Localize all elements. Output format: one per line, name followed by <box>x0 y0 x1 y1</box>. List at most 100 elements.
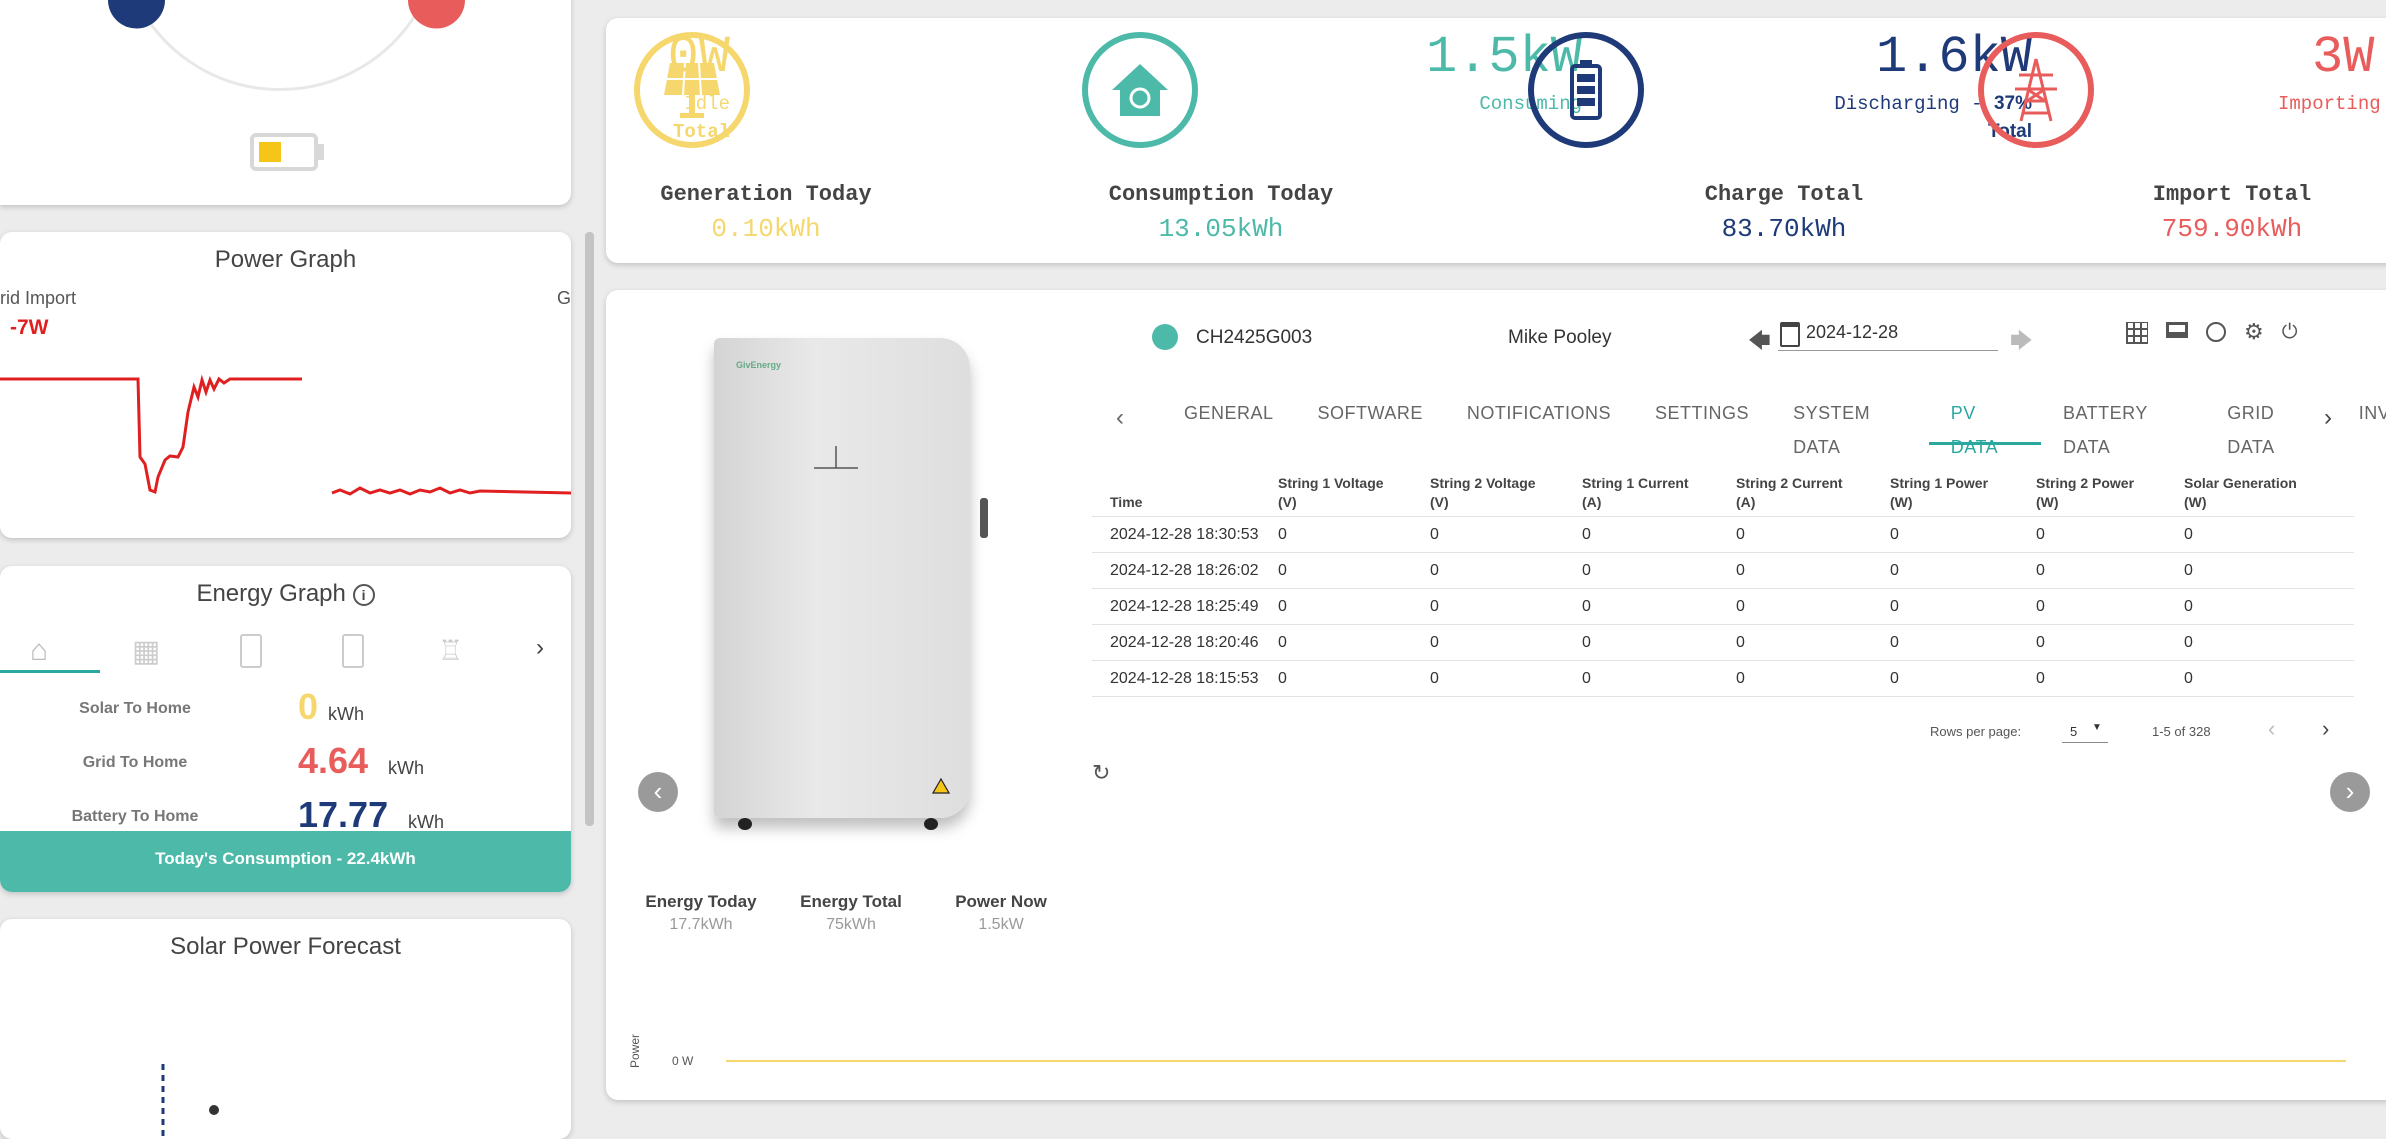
energy-row-label: Solar To Home <box>79 700 191 717</box>
column-header[interactable]: Time <box>1092 470 1278 517</box>
table-cell: 0 <box>1736 624 1890 661</box>
device-symbol-icon <box>814 446 858 469</box>
energy-graph-card: Energy Graph i ⌂ ▦ ♖ › Solar To Home 0 kWh… <box>0 566 571 892</box>
table-cell: 2024-12-28 18:25:49 <box>1092 588 1278 625</box>
pylon-icon <box>2015 58 2057 122</box>
device-stat-value: 75kWh <box>826 916 876 933</box>
column-header[interactable]: String 2 Power (W) <box>2036 470 2184 517</box>
tab-pv-data[interactable]: PV DATA <box>1928 396 2041 457</box>
inverter-image: GivEnergy <box>710 338 988 838</box>
support-icon[interactable] <box>2206 322 2226 342</box>
column-header[interactable]: String 1 Current (A) <box>1582 470 1736 517</box>
next-device-button[interactable]: › <box>2330 772 2370 812</box>
caret-down-icon: ▼ <box>2092 722 2102 733</box>
table-cell: 2024-12-28 18:30:53 <box>1092 516 1278 553</box>
tab-general[interactable]: GENERAL <box>1162 396 1296 442</box>
battery-ring <box>1528 32 1644 148</box>
column-header[interactable]: Solar Generation (W) <box>2184 470 2354 517</box>
table-cell: 2024-12-28 18:15:53 <box>1092 660 1278 697</box>
column-header[interactable]: String 1 Voltage (V) <box>1278 470 1430 517</box>
table-row[interactable]: 2024-12-28 18:26:02 0 0 0 0 0 0 0 <box>1092 552 2354 589</box>
prev-device-button[interactable]: ‹ <box>638 772 678 812</box>
device-stat: Energy Total 75kWh <box>776 892 926 934</box>
tab-battery-data[interactable]: BATTERY DATA <box>2041 396 2205 457</box>
calendar-icon <box>1780 322 1800 347</box>
energy-row: Solar To Home 0 kWh <box>0 684 571 734</box>
tab-notifications[interactable]: NOTIFICATIONS <box>1445 396 1633 442</box>
prev-page-button[interactable]: ‹ <box>2268 716 2275 742</box>
table-cell: 0 <box>2036 660 2184 697</box>
table-row[interactable]: 2024-12-28 18:15:53 0 0 0 0 0 0 0 <box>1092 660 2354 697</box>
refresh-icon[interactable]: ↻ <box>1092 760 1110 786</box>
prev-date-arrow[interactable]: 🡄 <box>1748 324 1771 362</box>
table-cell: 0 <box>1890 624 2036 661</box>
column-header[interactable]: String 1 Power (W) <box>1890 470 2036 517</box>
tab-settings[interactable]: SETTINGS <box>1633 396 1771 442</box>
pagination-range: 1-5 of 328 <box>2152 724 2211 739</box>
table-cell: 0 <box>2036 588 2184 625</box>
battery2-tab-icon[interactable] <box>342 634 364 668</box>
table-row[interactable]: 2024-12-28 18:20:46 0 0 0 0 0 0 0 <box>1092 624 2354 661</box>
column-header-unit: (W) <box>2184 494 2207 510</box>
info-icon[interactable]: i <box>352 583 375 606</box>
table-row[interactable]: 2024-12-28 18:25:49 0 0 0 0 0 0 0 <box>1092 588 2354 625</box>
date-value: 2024-12-28 <box>1806 322 1899 342</box>
power-icon[interactable]: ⏻ <box>2282 322 2298 344</box>
table-cell: 0 <box>2184 660 2354 697</box>
energy-graph-title: Energy Graph <box>196 580 346 607</box>
status-dot <box>1152 324 1178 350</box>
grid-tab-icon[interactable]: ♖ <box>438 634 463 667</box>
tab-software[interactable]: SOFTWARE <box>1296 396 1445 442</box>
table-cell: 0 <box>1582 624 1736 661</box>
energy-row-label: Battery To Home <box>71 808 199 825</box>
column-header-label: String 1 Voltage <box>1278 475 1384 491</box>
table-cell: 0 <box>1890 516 2036 553</box>
tab-inver[interactable]: INVER <box>2337 396 2386 442</box>
table-cell: 2024-12-28 18:26:02 <box>1092 552 1278 589</box>
sidebar-scrollbar[interactable] <box>585 232 594 826</box>
table-cell: 0 <box>1582 660 1736 697</box>
grid-node-icon <box>408 0 465 29</box>
next-tab-arrow[interactable]: › <box>536 634 544 662</box>
table-cell: 0 <box>1430 660 1582 697</box>
tabs-next-arrow[interactable]: › <box>2324 404 2332 432</box>
y-tick-0w: 0 W <box>672 1054 694 1068</box>
table-cell: 0 <box>1736 660 1890 697</box>
column-header[interactable]: String 2 Current (A) <box>1736 470 1890 517</box>
monitor-icon[interactable] <box>2166 322 2188 338</box>
table-row[interactable]: 2024-12-28 18:30:53 0 0 0 0 0 0 0 <box>1092 516 2354 553</box>
battery-tab-icon[interactable] <box>240 634 262 668</box>
date-picker[interactable]: 2024-12-28 <box>1778 320 1998 351</box>
power-graph-card: Power Graph rid Import G -7W <box>0 232 571 538</box>
table-cell: 0 <box>1278 624 1430 661</box>
column-header-label: Solar Generation <box>2184 475 2297 491</box>
import-total-label: Import Total <box>2152 182 2312 207</box>
rows-per-page-select[interactable]: 5 ▼ <box>2062 720 2108 743</box>
grid-ring <box>1978 32 2094 148</box>
grid-status: Importing <box>2278 93 2381 115</box>
tab-system-data[interactable]: SYSTEM DATA <box>1771 396 1929 457</box>
next-date-arrow[interactable]: 🡆 <box>2010 324 2033 362</box>
table-view-icon[interactable] <box>2126 322 2148 344</box>
summary-card: 0W Idle Total 1.5kW Consuming 1.6kW Disc… <box>606 18 2386 263</box>
solar-tab-icon[interactable]: ▦ <box>132 634 160 669</box>
column-header[interactable]: String 2 Voltage (V) <box>1430 470 1582 517</box>
home-tab-icon[interactable]: ⌂ <box>30 634 48 668</box>
charge-total-label: Charge Total <box>1704 182 1864 207</box>
tab-grid-data[interactable]: GRID DATA <box>2205 396 2336 457</box>
column-header-unit: (W) <box>1890 494 1913 510</box>
table-cell: 0 <box>1430 552 1582 589</box>
table-cell: 0 <box>1430 588 1582 625</box>
settings-gear-icon[interactable]: ⚙ <box>2244 321 2264 344</box>
table-cell: 0 <box>2184 552 2354 589</box>
battery-icon <box>1570 60 1602 120</box>
tabs-prev-arrow[interactable]: ‹ <box>1116 404 1124 432</box>
device-stat-label: Energy Total <box>800 892 902 911</box>
table-cell: 0 <box>1582 516 1736 553</box>
next-page-button[interactable]: › <box>2322 716 2329 742</box>
table-cell: 0 <box>1890 660 2036 697</box>
rows-per-page-value: 5 <box>2070 724 2078 739</box>
owner-name: Mike Pooley <box>1508 327 1612 348</box>
table-cell: 0 <box>1278 516 1430 553</box>
table-cell: 0 <box>2036 624 2184 661</box>
